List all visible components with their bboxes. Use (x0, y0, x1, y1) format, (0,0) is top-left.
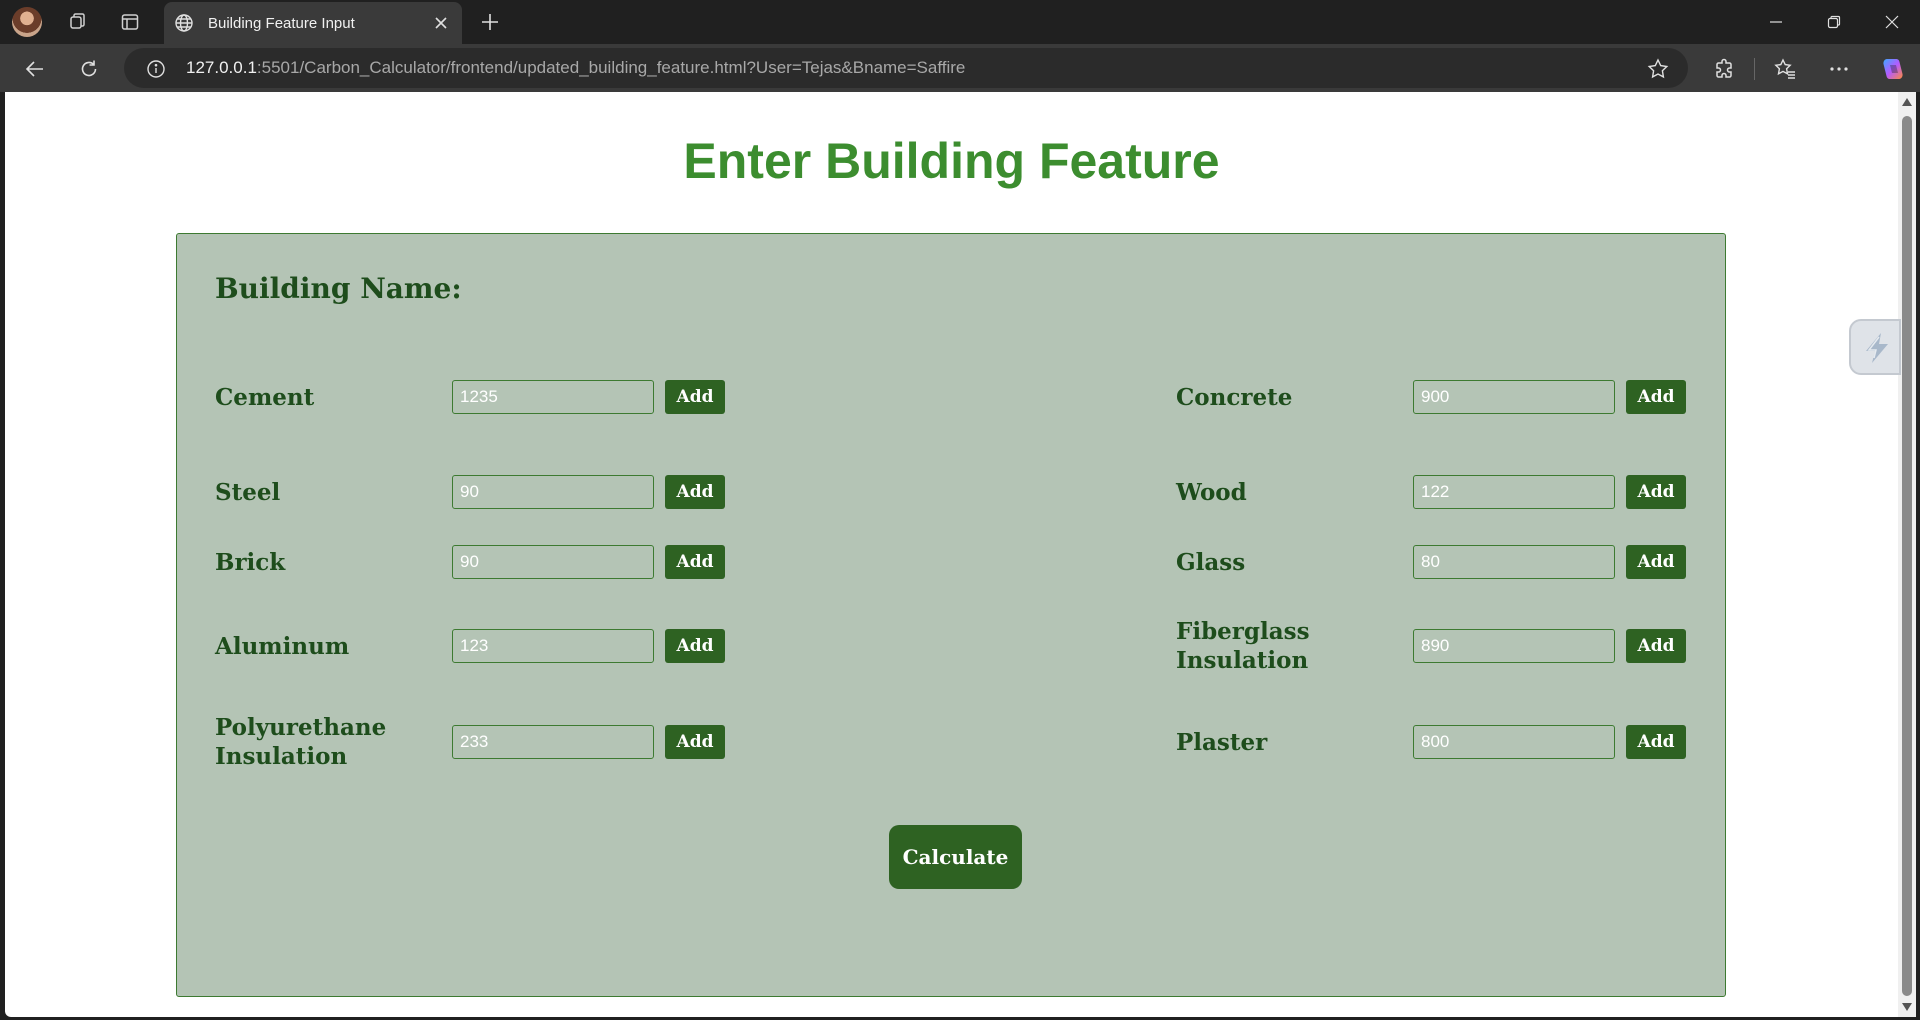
polyurethane-insulation-input[interactable] (452, 725, 654, 759)
material-label: Brick (215, 549, 286, 576)
minimize-icon[interactable] (1748, 0, 1804, 44)
add-glass-button[interactable]: Add (1626, 545, 1686, 579)
calculate-button[interactable]: Calculate (889, 825, 1022, 889)
glass-input[interactable] (1413, 545, 1615, 579)
cement-input[interactable] (452, 380, 654, 414)
browser-toolbar: 127.0.0.1:5501/Carbon_Calculator/fronten… (0, 44, 1920, 92)
add-brick-button[interactable]: Add (665, 545, 725, 579)
material-label: Aluminum (215, 633, 350, 660)
material-label: Polyurethane Insulation (215, 714, 387, 770)
building-name-label: Building Name: (215, 272, 462, 305)
add-wood-button[interactable]: Add (1626, 475, 1686, 509)
favorites-icon[interactable] (1768, 52, 1802, 86)
active-tab[interactable]: Building Feature Input (164, 2, 462, 44)
url-text: 127.0.0.1:5501/Carbon_Calculator/fronten… (186, 58, 965, 78)
lightning-widget-icon (1866, 333, 1888, 363)
close-window-icon[interactable] (1864, 0, 1920, 44)
restore-icon[interactable] (1806, 0, 1862, 44)
url-host: 127.0.0.1 (186, 58, 257, 77)
add-plaster-button[interactable]: Add (1626, 725, 1686, 759)
material-label: Glass (1176, 549, 1246, 576)
add-steel-button[interactable]: Add (665, 475, 725, 509)
material-label: Cement (215, 384, 315, 411)
material-label: Plaster (1176, 729, 1268, 756)
address-bar[interactable]: 127.0.0.1:5501/Carbon_Calculator/fronten… (124, 48, 1688, 88)
globe-icon (174, 13, 194, 33)
add-polyurethane-insulation-button[interactable]: Add (665, 725, 725, 759)
favorite-star-icon[interactable] (1646, 57, 1670, 81)
scrollbar-thumb[interactable] (1902, 116, 1912, 996)
page-viewport: Enter Building Feature Building Name: Ce… (5, 92, 1898, 1017)
extensions-icon[interactable] (1708, 52, 1742, 86)
concrete-input[interactable] (1413, 380, 1615, 414)
material-label: Steel (215, 479, 281, 506)
more-options-icon[interactable] (1822, 52, 1856, 86)
add-fiberglass-insulation-button[interactable]: Add (1626, 629, 1686, 663)
back-icon[interactable] (18, 52, 52, 86)
tab-actions-icon[interactable] (116, 8, 144, 36)
site-info-icon[interactable] (146, 59, 166, 79)
page-scrollbar[interactable] (1898, 92, 1916, 1017)
tab-title: Building Feature Input (208, 14, 355, 32)
building-feature-form: Building Name: Cement Add Steel Add Bric… (176, 233, 1726, 997)
material-label: Fiberglass Insulation (1176, 618, 1310, 674)
add-concrete-button[interactable]: Add (1626, 380, 1686, 414)
material-label: Wood (1176, 479, 1247, 506)
steel-input[interactable] (452, 475, 654, 509)
add-aluminum-button[interactable]: Add (665, 629, 725, 663)
brick-input[interactable] (452, 545, 654, 579)
new-tab-icon[interactable] (476, 8, 504, 36)
browser-title-bar: Building Feature Input (0, 0, 1920, 44)
url-path: :5501/Carbon_Calculator/frontend/updated… (256, 58, 966, 77)
aluminum-input[interactable] (452, 629, 654, 663)
scroll-up-icon[interactable] (1902, 98, 1912, 106)
page-title: Enter Building Feature (683, 133, 1220, 189)
sidebar-widget-button[interactable] (1849, 319, 1901, 375)
profile-avatar[interactable] (12, 7, 42, 37)
wood-input[interactable] (1413, 475, 1615, 509)
plaster-input[interactable] (1413, 725, 1615, 759)
copilot-icon[interactable] (1876, 52, 1910, 86)
workspaces-icon[interactable] (64, 8, 92, 36)
close-tab-icon[interactable] (428, 10, 454, 36)
add-cement-button[interactable]: Add (665, 380, 725, 414)
toolbar-separator (1754, 58, 1755, 80)
fiberglass-insulation-input[interactable] (1413, 629, 1615, 663)
material-label: Concrete (1176, 384, 1293, 411)
scroll-down-icon[interactable] (1902, 1003, 1912, 1011)
reload-icon[interactable] (72, 52, 106, 86)
